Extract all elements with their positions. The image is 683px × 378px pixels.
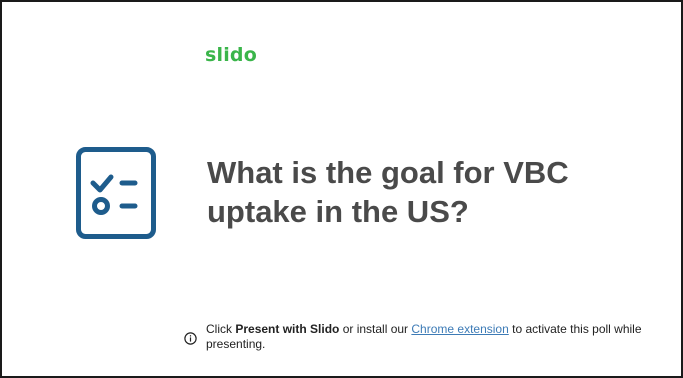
poll-checklist-icon [76,147,156,239]
chrome-extension-link[interactable]: Chrome extension [411,322,508,336]
hint-text-middle: or install our [339,322,412,336]
slido-poll-slide: slido What is the goal for VBC uptake in… [0,0,683,378]
slido-logo: slido [205,44,257,66]
info-icon [184,332,197,345]
activation-hint-text: Click Present with Slido or install our … [206,322,646,352]
activation-hint: Click Present with Slido or install our … [184,322,644,356]
present-with-slido-label: Present with Slido [235,322,340,336]
hint-text-prefix: Click [206,322,236,336]
poll-question: What is the goal for VBC uptake in the U… [207,155,569,229]
